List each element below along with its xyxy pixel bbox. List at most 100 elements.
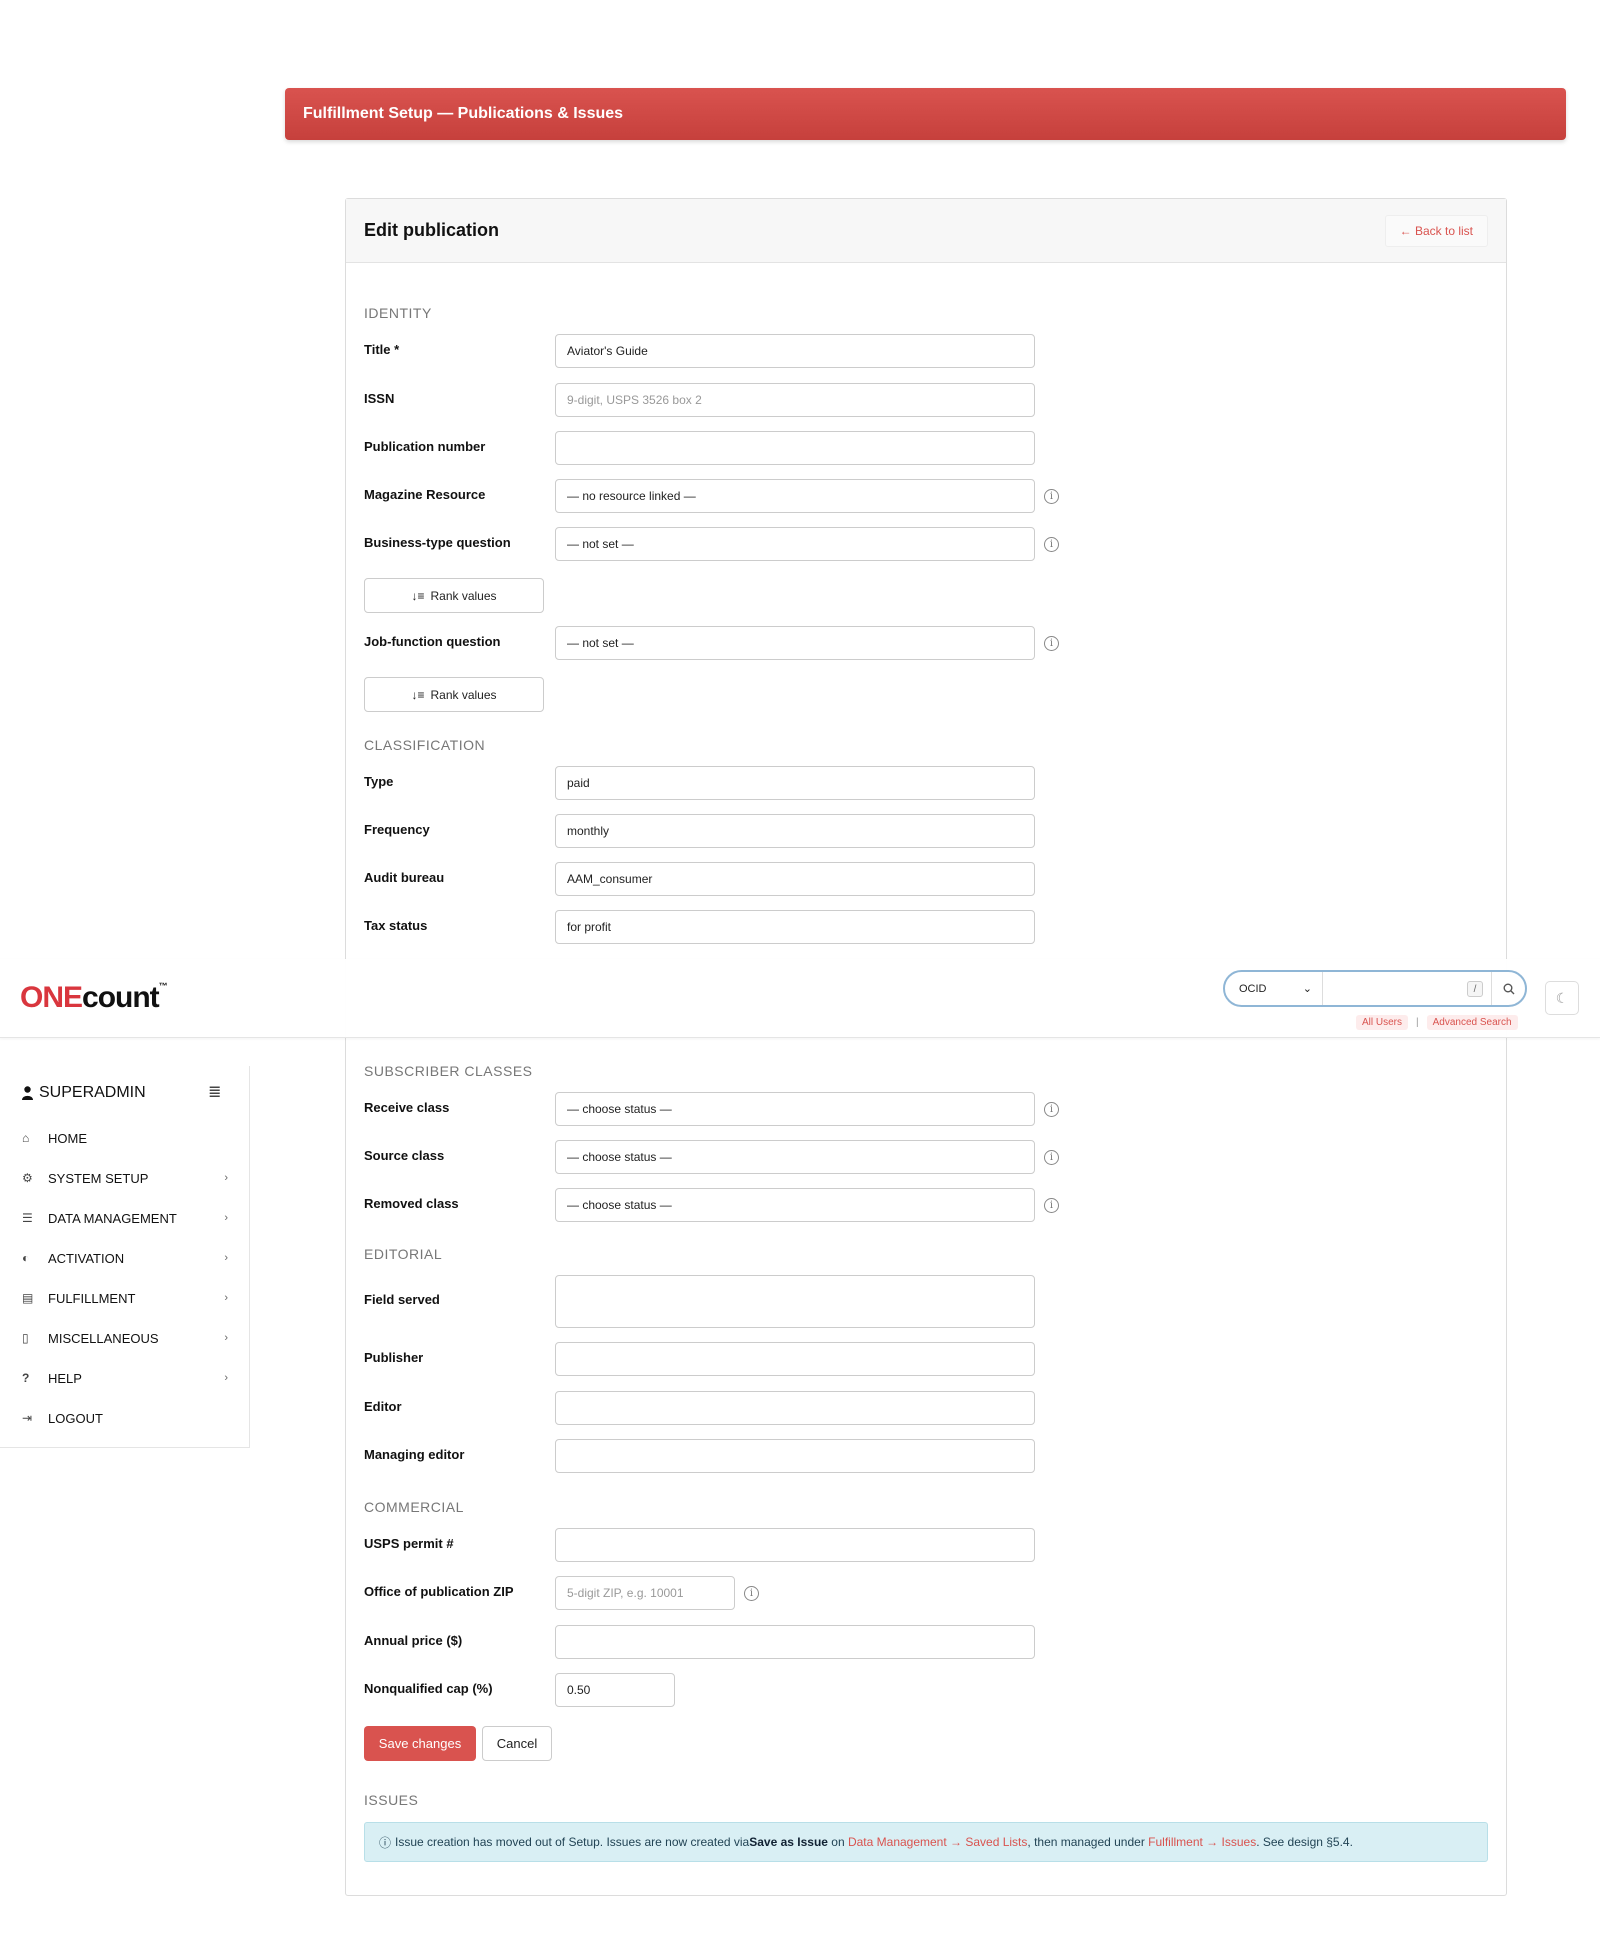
chevron-right-icon: › bbox=[224, 1372, 228, 1384]
info-icon[interactable]: i bbox=[1044, 489, 1059, 504]
sidebar-item-home[interactable]: ⌂ HOME bbox=[22, 1128, 228, 1148]
managing-editor-label: Managing editor bbox=[364, 1447, 465, 1462]
chevron-right-icon: › bbox=[224, 1292, 228, 1304]
tax-select[interactable]: for profit bbox=[555, 910, 1035, 944]
frequency-select[interactable]: monthly bbox=[555, 814, 1035, 848]
search-input[interactable]: / bbox=[1323, 972, 1491, 1005]
field-served-label: Field served bbox=[364, 1292, 440, 1307]
info-icon[interactable]: i bbox=[1044, 1198, 1059, 1213]
permit-input[interactable] bbox=[555, 1528, 1035, 1562]
cap-label: Nonqualified cap (%) bbox=[364, 1681, 493, 1696]
cap-input[interactable]: 0.50 bbox=[555, 1673, 675, 1707]
rank-icon: ↓≡ bbox=[411, 687, 425, 702]
onecount-logo[interactable]: ONEcount™ bbox=[20, 981, 168, 1015]
zip-input[interactable]: 5-digit ZIP, e.g. 10001 bbox=[555, 1576, 735, 1610]
rank-icon: ↓≡ bbox=[411, 588, 425, 603]
type-label: Type bbox=[364, 774, 394, 789]
banner-title: Fulfillment Setup — Publications & Issue… bbox=[303, 105, 624, 122]
gear-icon: ⚙ bbox=[22, 1171, 33, 1185]
title-label: Title * bbox=[364, 342, 400, 357]
magazine-select[interactable]: — no resource linked — bbox=[555, 479, 1035, 513]
page-banner: Fulfillment Setup — Publications & Issue… bbox=[285, 88, 1566, 140]
audit-select[interactable]: AAM_consumer bbox=[555, 862, 1035, 896]
rank-values-button[interactable]: ↓≡ Rank values bbox=[364, 578, 544, 613]
title-input[interactable]: Aviator's Guide bbox=[555, 334, 1035, 368]
moon-icon: ☾ bbox=[1555, 989, 1569, 1006]
link-separator: | bbox=[1416, 1017, 1419, 1028]
toggle-icon: ◐ bbox=[22, 1251, 30, 1265]
section-editorial: EDITORIAL bbox=[364, 1246, 443, 1262]
alert-text: on bbox=[827, 1835, 848, 1849]
pubnum-input[interactable] bbox=[555, 431, 1035, 465]
source-select[interactable]: — choose status — bbox=[555, 1140, 1035, 1174]
home-icon: ⌂ bbox=[22, 1131, 30, 1145]
save-changes-button[interactable]: Save changes bbox=[364, 1726, 476, 1761]
zip-label: Office of publication ZIP bbox=[364, 1584, 514, 1599]
user-icon bbox=[22, 1086, 33, 1100]
job-label: Job-function question bbox=[364, 634, 501, 649]
sidebar-item-logout[interactable]: ⇥ LOGOUT bbox=[22, 1408, 228, 1428]
publisher-input[interactable] bbox=[555, 1342, 1035, 1376]
section-subscriber-classes: SUBSCRIBER CLASSES bbox=[364, 1063, 533, 1079]
logout-icon: ⇥ bbox=[22, 1411, 33, 1425]
top-header: ONEcount™ OCID ⌄ / All Users | Advanced … bbox=[0, 959, 1600, 1038]
saved-lists-link[interactable]: Data Management → Saved Lists bbox=[848, 1835, 1027, 1849]
logo-count: count bbox=[82, 981, 160, 1014]
frequency-label: Frequency bbox=[364, 822, 430, 837]
field-served-textarea[interactable] bbox=[555, 1275, 1035, 1328]
removed-select[interactable]: — choose status — bbox=[555, 1188, 1035, 1222]
chevron-right-icon: › bbox=[224, 1332, 228, 1344]
search-button[interactable] bbox=[1491, 972, 1525, 1005]
price-input[interactable] bbox=[555, 1625, 1035, 1659]
info-icon[interactable]: i bbox=[1044, 1102, 1059, 1117]
advanced-search-link[interactable]: Advanced Search bbox=[1426, 1015, 1518, 1030]
info-icon[interactable]: i bbox=[1044, 537, 1059, 552]
issn-input[interactable]: 9-digit, USPS 3526 box 2 bbox=[555, 383, 1035, 417]
managing-editor-input[interactable] bbox=[555, 1439, 1035, 1473]
pubnum-label: Publication number bbox=[364, 439, 486, 454]
sidebar-item-help[interactable]: ? HELP › bbox=[22, 1368, 228, 1388]
newspaper-icon: ▤ bbox=[22, 1291, 34, 1305]
sidebar-item-activation[interactable]: ◐ ACTIVATION › bbox=[22, 1248, 228, 1268]
sidebar-item-data-management[interactable]: ☰ DATA MANAGEMENT › bbox=[22, 1208, 228, 1228]
permit-label: USPS permit # bbox=[364, 1536, 454, 1551]
magazine-label: Magazine Resource bbox=[364, 487, 486, 502]
info-circle-icon: ⓘ bbox=[379, 1835, 392, 1850]
editor-input[interactable] bbox=[555, 1391, 1035, 1425]
tax-label: Tax status bbox=[364, 918, 428, 933]
info-icon[interactable]: i bbox=[744, 1586, 759, 1601]
cancel-button[interactable]: Cancel bbox=[482, 1726, 552, 1761]
business-select[interactable]: — not set — bbox=[555, 527, 1035, 561]
all-users-link[interactable]: All Users bbox=[1356, 1015, 1409, 1030]
business-label: Business-type question bbox=[364, 535, 511, 550]
chevron-right-icon: › bbox=[224, 1172, 228, 1184]
search-icon bbox=[1503, 983, 1514, 994]
sidebar: SUPERADMIN ≣ ⌂ HOME ⚙ SYSTEM SETUP › ☰ D… bbox=[0, 1066, 250, 1448]
sidebar-item-miscellaneous[interactable]: ▯ MISCELLANEOUS › bbox=[22, 1328, 228, 1348]
section-classification: CLASSIFICATION bbox=[364, 737, 486, 753]
global-search: OCID ⌄ / bbox=[1223, 970, 1527, 1007]
receive-select[interactable]: — choose status — bbox=[555, 1092, 1035, 1126]
job-select[interactable]: — not set — bbox=[555, 626, 1035, 660]
menu-toggle-icon[interactable]: ≣ bbox=[208, 1082, 221, 1102]
audit-label: Audit bureau bbox=[364, 870, 445, 885]
sidebar-item-fulfillment[interactable]: ▤ FULFILLMENT › bbox=[22, 1288, 228, 1308]
chevron-right-icon: › bbox=[224, 1252, 228, 1264]
back-to-list-link[interactable]: ← Back to list bbox=[1384, 214, 1488, 247]
logo-one: ONE bbox=[20, 981, 83, 1014]
card-title: Edit publication bbox=[364, 220, 499, 240]
sidebar-item-label: MISCELLANEOUS bbox=[48, 1330, 159, 1346]
sidebar-item-label: SYSTEM SETUP bbox=[48, 1170, 149, 1186]
search-type-select[interactable]: OCID ⌄ bbox=[1225, 972, 1323, 1005]
sidebar-item-system-setup[interactable]: ⚙ SYSTEM SETUP › bbox=[22, 1168, 228, 1188]
info-icon[interactable]: i bbox=[1044, 1150, 1059, 1165]
info-icon[interactable]: i bbox=[1044, 636, 1059, 651]
rank-values-button[interactable]: ↓≡ Rank values bbox=[364, 677, 544, 712]
fulfillment-issues-link[interactable]: Fulfillment → Issues bbox=[1148, 1835, 1256, 1849]
dark-mode-toggle[interactable]: ☾ bbox=[1545, 981, 1579, 1015]
sidebar-item-label: FULFILLMENT bbox=[48, 1290, 136, 1306]
sidebar-username: SUPERADMIN bbox=[39, 1084, 146, 1101]
type-select[interactable]: paid bbox=[555, 766, 1035, 800]
section-identity: IDENTITY bbox=[364, 305, 432, 321]
search-type-value: OCID bbox=[1239, 982, 1267, 995]
